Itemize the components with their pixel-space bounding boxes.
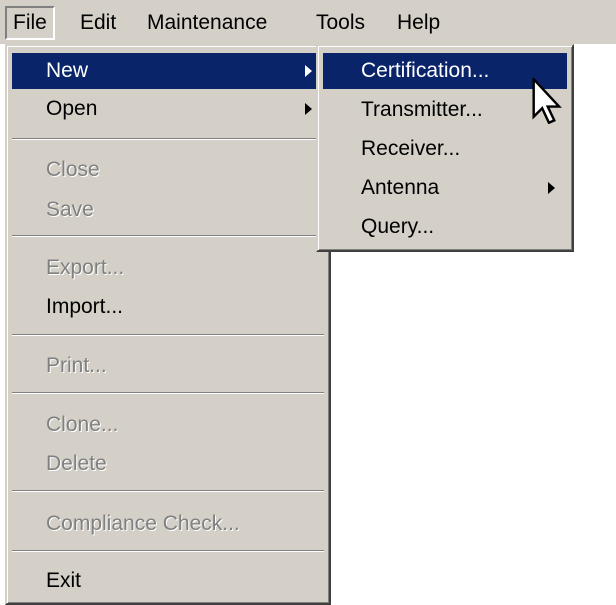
menu-maintenance[interactable]: Maintenance [141, 6, 273, 40]
menu-file[interactable]: File [5, 6, 55, 40]
menu-separator [12, 490, 324, 492]
file-menu-item-save: Save [12, 192, 324, 228]
new-submenu-item-receiver[interactable]: Receiver... [323, 131, 567, 167]
menu-separator [12, 392, 324, 394]
file-menu-item-new[interactable]: New [12, 53, 324, 89]
file-menu-item-compliance-check-label: Compliance Check... [46, 512, 240, 535]
file-menu-item-close: Close [12, 152, 324, 188]
file-menu-item-open-label: Open [46, 97, 98, 120]
menu-help[interactable]: Help [391, 6, 446, 40]
file-menu-item-import-label: Import... [46, 295, 124, 318]
file-menu: New Open Close Save Export... Import... … [5, 44, 331, 605]
mouse-pointer-icon [532, 78, 562, 124]
file-menu-item-print-label: Print... [46, 354, 107, 377]
menu-separator [12, 334, 324, 336]
file-menu-item-export-label: Export... [46, 256, 125, 279]
file-menu-item-delete-label: Delete [46, 452, 107, 475]
file-menu-item-delete: Delete [12, 446, 324, 482]
file-menu-item-compliance-check: Compliance Check... [12, 506, 324, 542]
file-menu-item-import[interactable]: Import... [12, 289, 324, 325]
menu-edit[interactable]: Edit [74, 6, 122, 40]
file-menu-item-exit-label: Exit [46, 569, 82, 592]
new-submenu-item-transmitter-label: Transmitter... [361, 98, 483, 121]
new-submenu-item-query[interactable]: Query... [323, 209, 567, 245]
file-menu-item-open[interactable]: Open [12, 91, 324, 127]
new-submenu-item-query-label: Query... [361, 215, 435, 238]
file-menu-item-clone-label: Clone... [46, 413, 119, 436]
menu-separator [12, 235, 324, 237]
file-menu-item-close-label: Close [46, 158, 100, 181]
file-menu-item-export: Export... [12, 250, 324, 286]
submenu-arrow-icon [548, 182, 555, 194]
menu-bar: File Edit Maintenance Tools Help [0, 0, 616, 44]
new-submenu-item-antenna[interactable]: Antenna [323, 170, 567, 206]
menu-separator [12, 550, 324, 552]
submenu-arrow-icon [305, 65, 312, 77]
new-submenu-item-antenna-label: Antenna [361, 176, 440, 199]
new-submenu-item-receiver-label: Receiver... [361, 137, 461, 160]
new-submenu-item-certification[interactable]: Certification... [323, 53, 567, 89]
new-submenu-item-certification-label: Certification... [361, 59, 490, 82]
file-menu-item-clone: Clone... [12, 407, 324, 443]
file-menu-item-new-label: New [46, 59, 89, 82]
new-submenu: Certification... Transmitter... Receiver… [316, 44, 574, 252]
submenu-arrow-icon [305, 103, 312, 115]
file-menu-item-save-label: Save [46, 198, 94, 221]
menu-separator [12, 138, 324, 140]
file-menu-item-exit[interactable]: Exit [12, 563, 324, 599]
file-menu-item-print: Print... [12, 348, 324, 384]
menu-tools[interactable]: Tools [310, 6, 371, 40]
new-submenu-item-transmitter[interactable]: Transmitter... [323, 92, 567, 128]
